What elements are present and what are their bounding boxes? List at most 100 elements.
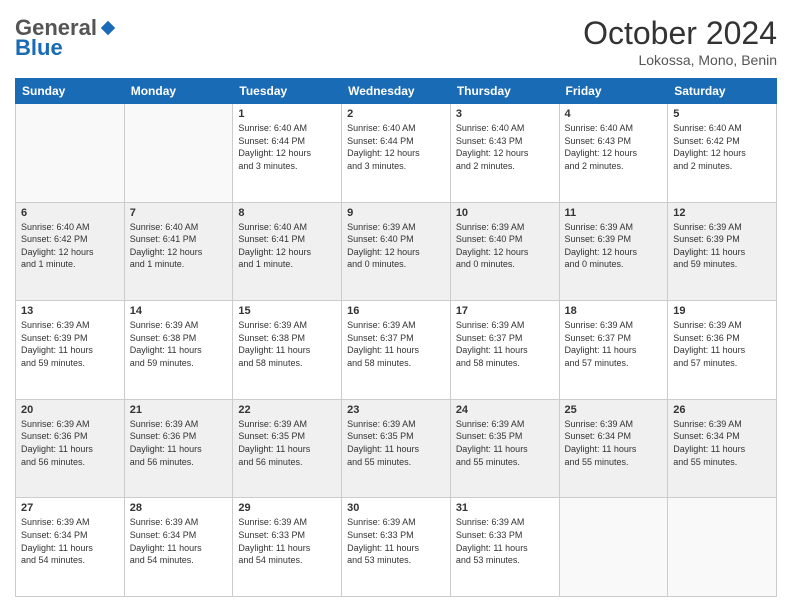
day-info: Sunrise: 6:40 AM Sunset: 6:41 PM Dayligh… bbox=[130, 221, 228, 271]
calendar-week-row: 27 Sunrise: 6:39 AM Sunset: 6:34 PM Dayli… bbox=[16, 498, 777, 597]
day-info: Sunrise: 6:40 AM Sunset: 6:41 PM Dayligh… bbox=[238, 221, 336, 271]
month-title: October 2024 bbox=[583, 15, 777, 52]
day-number: 22 bbox=[238, 404, 336, 416]
logo-icon bbox=[99, 19, 117, 37]
table-row: 20 Sunrise: 6:39 AM Sunset: 6:36 PM Dayli… bbox=[16, 399, 125, 498]
table-row: 11Sunrise: 6:39 AM Sunset: 6:39 PM Dayli… bbox=[559, 202, 668, 301]
day-info: Sunrise: 6:39 AM Sunset: 6:38 PM Dayligh… bbox=[238, 319, 336, 369]
day-info: Sunrise: 6:40 AM Sunset: 6:44 PM Dayligh… bbox=[347, 122, 445, 172]
day-info: Sunrise: 6:39 AM Sunset: 6:36 PM Dayligh… bbox=[673, 319, 771, 369]
day-info: Sunrise: 6:39 AM Sunset: 6:33 PM Dayligh… bbox=[456, 516, 554, 566]
day-number: 6 bbox=[21, 207, 119, 219]
day-info: Sunrise: 6:39 AM Sunset: 6:37 PM Dayligh… bbox=[565, 319, 663, 369]
col-monday: Monday bbox=[124, 79, 233, 104]
table-row: 30 Sunrise: 6:39 AM Sunset: 6:33 PM Dayli… bbox=[342, 498, 451, 597]
day-number: 8 bbox=[238, 207, 336, 219]
table-row: 26Sunrise: 6:39 AM Sunset: 6:34 PM Dayli… bbox=[668, 399, 777, 498]
table-row bbox=[668, 498, 777, 597]
table-row: 12Sunrise: 6:39 AM Sunset: 6:39 PM Dayli… bbox=[668, 202, 777, 301]
day-number: 1 bbox=[238, 108, 336, 120]
day-number: 28 bbox=[130, 502, 228, 514]
table-row: 5 Sunrise: 6:40 AM Sunset: 6:42 PM Daylig… bbox=[668, 104, 777, 203]
table-row: 25Sunrise: 6:39 AM Sunset: 6:34 PM Dayli… bbox=[559, 399, 668, 498]
table-row: 8 Sunrise: 6:40 AM Sunset: 6:41 PM Daylig… bbox=[233, 202, 342, 301]
day-info: Sunrise: 6:39 AM Sunset: 6:34 PM Dayligh… bbox=[130, 516, 228, 566]
table-row: 31 Sunrise: 6:39 AM Sunset: 6:33 PM Dayli… bbox=[450, 498, 559, 597]
logo: General Blue bbox=[15, 15, 117, 61]
calendar: Sunday Monday Tuesday Wednesday Thursday… bbox=[15, 78, 777, 597]
day-number: 20 bbox=[21, 404, 119, 416]
day-number: 27 bbox=[21, 502, 119, 514]
table-row: 9 Sunrise: 6:39 AM Sunset: 6:40 PM Daylig… bbox=[342, 202, 451, 301]
table-row: 22 Sunrise: 6:39 AM Sunset: 6:35 PM Dayli… bbox=[233, 399, 342, 498]
table-row: 1Sunrise: 6:40 AM Sunset: 6:44 PM Daylig… bbox=[233, 104, 342, 203]
col-saturday: Saturday bbox=[668, 79, 777, 104]
table-row: 7 Sunrise: 6:40 AM Sunset: 6:41 PM Daylig… bbox=[124, 202, 233, 301]
table-row: 18 Sunrise: 6:39 AM Sunset: 6:37 PM Dayli… bbox=[559, 301, 668, 400]
col-tuesday: Tuesday bbox=[233, 79, 342, 104]
calendar-header-row: Sunday Monday Tuesday Wednesday Thursday… bbox=[16, 79, 777, 104]
day-number: 18 bbox=[565, 305, 663, 317]
day-info: Sunrise: 6:39 AM Sunset: 6:40 PM Dayligh… bbox=[347, 221, 445, 271]
table-row: 4Sunrise: 6:40 AM Sunset: 6:43 PM Daylig… bbox=[559, 104, 668, 203]
day-info: Sunrise: 6:39 AM Sunset: 6:37 PM Dayligh… bbox=[347, 319, 445, 369]
day-info: Sunrise: 6:39 AM Sunset: 6:38 PM Dayligh… bbox=[130, 319, 228, 369]
day-number: 7 bbox=[130, 207, 228, 219]
table-row: 17 Sunrise: 6:39 AM Sunset: 6:37 PM Dayli… bbox=[450, 301, 559, 400]
day-info: Sunrise: 6:39 AM Sunset: 6:34 PM Dayligh… bbox=[21, 516, 119, 566]
table-row: 16 Sunrise: 6:39 AM Sunset: 6:37 PM Dayli… bbox=[342, 301, 451, 400]
col-wednesday: Wednesday bbox=[342, 79, 451, 104]
day-info: Sunrise: 6:39 AM Sunset: 6:34 PM Dayligh… bbox=[565, 418, 663, 468]
day-info: Sunrise: 6:39 AM Sunset: 6:33 PM Dayligh… bbox=[347, 516, 445, 566]
day-info: Sunrise: 6:39 AM Sunset: 6:35 PM Dayligh… bbox=[238, 418, 336, 468]
table-row bbox=[16, 104, 125, 203]
table-row: 29Sunrise: 6:39 AM Sunset: 6:33 PM Dayli… bbox=[233, 498, 342, 597]
day-number: 26 bbox=[673, 404, 771, 416]
table-row: 13Sunrise: 6:39 AM Sunset: 6:39 PM Dayli… bbox=[16, 301, 125, 400]
table-row: 23Sunrise: 6:39 AM Sunset: 6:35 PM Dayli… bbox=[342, 399, 451, 498]
day-number: 14 bbox=[130, 305, 228, 317]
day-number: 13 bbox=[21, 305, 119, 317]
day-number: 29 bbox=[238, 502, 336, 514]
table-row: 19 Sunrise: 6:39 AM Sunset: 6:36 PM Dayli… bbox=[668, 301, 777, 400]
day-info: Sunrise: 6:39 AM Sunset: 6:39 PM Dayligh… bbox=[673, 221, 771, 271]
day-number: 15 bbox=[238, 305, 336, 317]
col-thursday: Thursday bbox=[450, 79, 559, 104]
table-row: 14 Sunrise: 6:39 AM Sunset: 6:38 PM Dayli… bbox=[124, 301, 233, 400]
table-row: 6 Sunrise: 6:40 AM Sunset: 6:42 PM Daylig… bbox=[16, 202, 125, 301]
table-row bbox=[124, 104, 233, 203]
table-row: 15 Sunrise: 6:39 AM Sunset: 6:38 PM Dayli… bbox=[233, 301, 342, 400]
day-info: Sunrise: 6:40 AM Sunset: 6:42 PM Dayligh… bbox=[21, 221, 119, 271]
day-number: 17 bbox=[456, 305, 554, 317]
day-info: Sunrise: 6:39 AM Sunset: 6:35 PM Dayligh… bbox=[456, 418, 554, 468]
day-number: 10 bbox=[456, 207, 554, 219]
table-row: 28 Sunrise: 6:39 AM Sunset: 6:34 PM Dayli… bbox=[124, 498, 233, 597]
day-number: 19 bbox=[673, 305, 771, 317]
calendar-week-row: 13Sunrise: 6:39 AM Sunset: 6:39 PM Dayli… bbox=[16, 301, 777, 400]
day-info: Sunrise: 6:39 AM Sunset: 6:37 PM Dayligh… bbox=[456, 319, 554, 369]
day-number: 21 bbox=[130, 404, 228, 416]
day-number: 30 bbox=[347, 502, 445, 514]
day-number: 5 bbox=[673, 108, 771, 120]
day-info: Sunrise: 6:39 AM Sunset: 6:40 PM Dayligh… bbox=[456, 221, 554, 271]
day-number: 3 bbox=[456, 108, 554, 120]
day-number: 24 bbox=[456, 404, 554, 416]
table-row: 10 Sunrise: 6:39 AM Sunset: 6:40 PM Dayli… bbox=[450, 202, 559, 301]
location: Lokossa, Mono, Benin bbox=[583, 52, 777, 68]
header-right: October 2024 Lokossa, Mono, Benin bbox=[583, 15, 777, 68]
day-info: Sunrise: 6:40 AM Sunset: 6:42 PM Dayligh… bbox=[673, 122, 771, 172]
calendar-week-row: 20 Sunrise: 6:39 AM Sunset: 6:36 PM Dayli… bbox=[16, 399, 777, 498]
calendar-week-row: 1 Sunrise: 6:40 AM Sunset: 6:44 PM Daylig… bbox=[16, 104, 777, 203]
day-info: Sunrise: 6:39 AM Sunset: 6:39 PM Dayligh… bbox=[565, 221, 663, 271]
day-info: Sunrise: 6:39 AM Sunset: 6:36 PM Dayligh… bbox=[21, 418, 119, 468]
day-info: Sunrise: 6:39 AM Sunset: 6:36 PM Dayligh… bbox=[130, 418, 228, 468]
table-row: 2 Sunrise: 6:40 AM Sunset: 6:44 PM Daylig… bbox=[342, 104, 451, 203]
day-number: 16 bbox=[347, 305, 445, 317]
day-number: 9 bbox=[347, 207, 445, 219]
day-info: Sunrise: 6:40 AM Sunset: 6:43 PM Dayligh… bbox=[456, 122, 554, 172]
day-info: Sunrise: 6:39 AM Sunset: 6:35 PM Dayligh… bbox=[347, 418, 445, 468]
day-number: 31 bbox=[456, 502, 554, 514]
day-number: 2 bbox=[347, 108, 445, 120]
day-info: Sunrise: 6:40 AM Sunset: 6:43 PM Dayligh… bbox=[565, 122, 663, 172]
table-row: 3 Sunrise: 6:40 AM Sunset: 6:43 PM Daylig… bbox=[450, 104, 559, 203]
